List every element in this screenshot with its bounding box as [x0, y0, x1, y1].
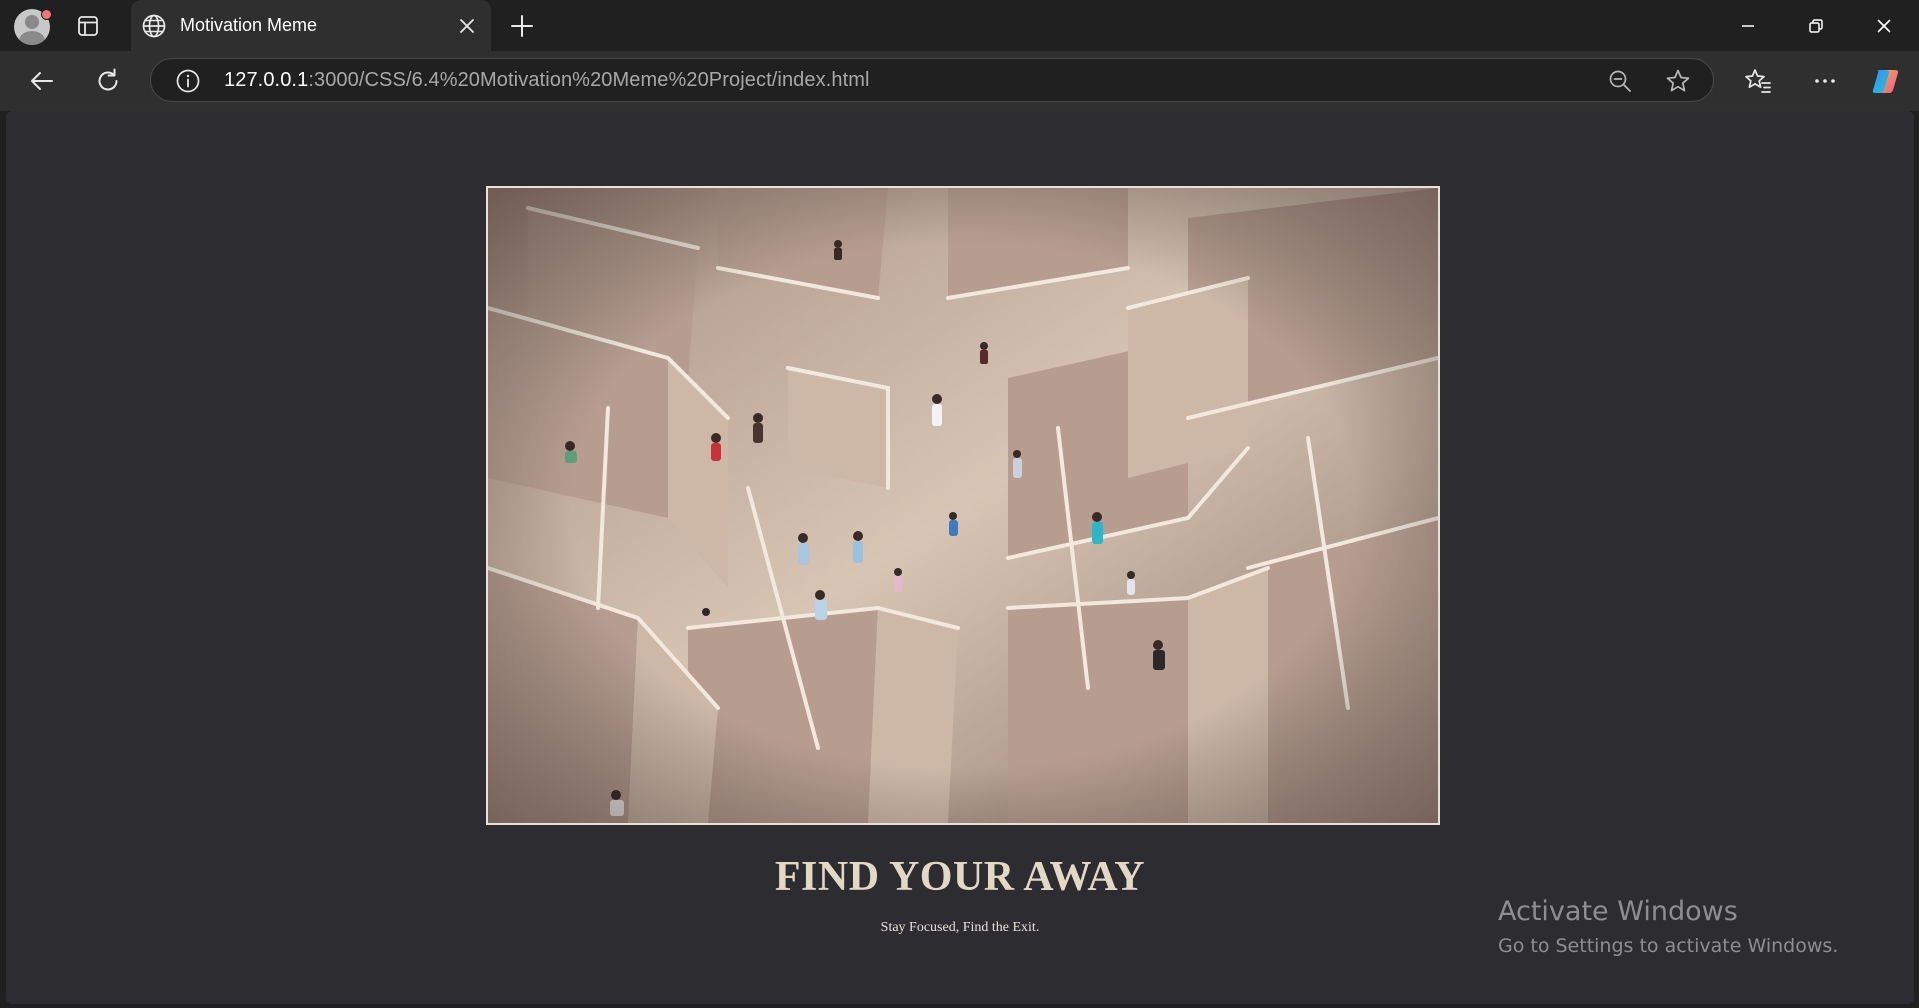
tab-title: Motivation Meme	[180, 15, 318, 35]
reload-icon[interactable]	[91, 64, 125, 98]
windows-activation-title: Activate Windows	[1498, 896, 1738, 927]
restore-icon[interactable]	[1782, 0, 1850, 51]
browser-toolbar: 127.0.0.1:3000/CSS/6.4%20Motivation%20Me…	[0, 51, 1919, 111]
tab-actions-icon[interactable]	[76, 14, 100, 38]
favorites-icon[interactable]	[1741, 64, 1775, 98]
plus-icon[interactable]	[508, 12, 536, 40]
url-text[interactable]: 127.0.0.1:3000/CSS/6.4%20Motivation%20Me…	[224, 69, 870, 92]
copilot-icon[interactable]	[1869, 64, 1903, 98]
star-icon[interactable]	[1664, 67, 1692, 95]
page-viewport: FIND YOUR AWAY Stay Focused, Find the Ex…	[6, 111, 1914, 1004]
info-icon[interactable]	[175, 68, 201, 94]
close-icon[interactable]	[456, 15, 478, 37]
globe-icon	[141, 13, 167, 39]
meme-heading: FIND YOUR AWAY	[774, 854, 1146, 900]
more-icon[interactable]	[1808, 64, 1842, 98]
minimize-icon[interactable]	[1714, 0, 1782, 51]
url-path: :3000/CSS/6.4%20Motivation%20Meme%20Proj…	[308, 69, 870, 91]
url-host: 127.0.0.1	[224, 69, 309, 91]
address-bar[interactable]: 127.0.0.1:3000/CSS/6.4%20Motivation%20Me…	[150, 58, 1714, 102]
window-close-icon[interactable]	[1850, 0, 1918, 51]
windows-activation-subtitle: Go to Settings to activate Windows.	[1498, 935, 1839, 957]
tab-motivation-meme[interactable]: Motivation Meme	[131, 0, 491, 51]
title-bar: Motivation Meme	[0, 0, 1919, 51]
back-arrow-icon[interactable]	[25, 64, 59, 98]
zoom-out-icon[interactable]	[1607, 68, 1633, 94]
maze-photo	[486, 186, 1440, 825]
notification-dot	[41, 9, 52, 20]
